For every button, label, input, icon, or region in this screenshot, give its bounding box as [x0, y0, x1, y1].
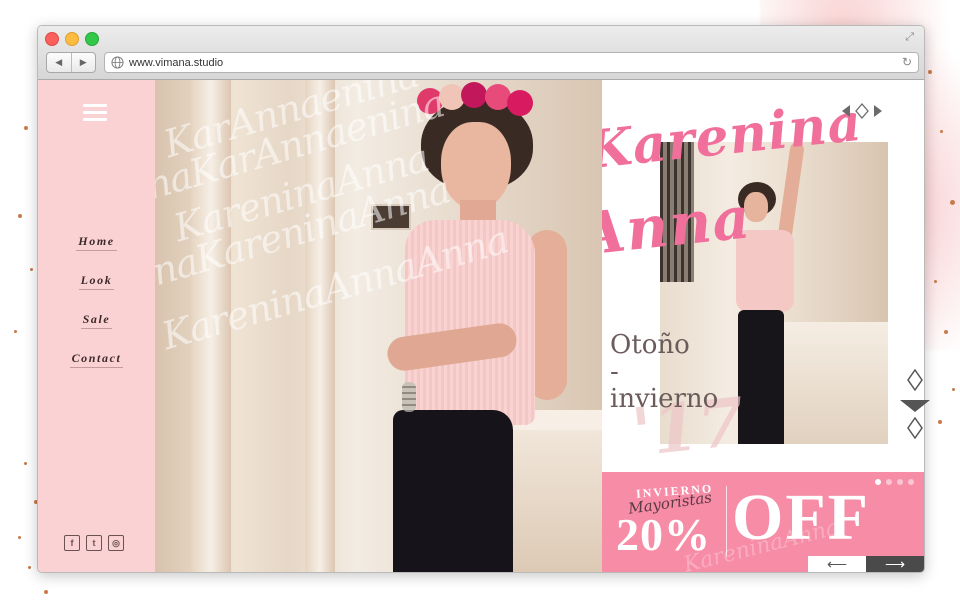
promo-divider: [726, 486, 727, 556]
menu-item-label: Contact: [69, 351, 124, 368]
ledge-shape: [770, 322, 888, 444]
confetti-dot: [928, 70, 932, 74]
feature-panel: Karenina Anna '17 Otoño - invierno Karen…: [602, 80, 924, 572]
promo-percent: 20%: [616, 509, 711, 560]
menu-item-contact[interactable]: Contact: [38, 349, 155, 388]
model-face: [441, 122, 511, 210]
promo-off: OFF: [732, 481, 870, 554]
slide-dot[interactable]: [886, 479, 892, 485]
menu-item-label: Home: [76, 234, 117, 251]
flower-crown: [461, 82, 487, 108]
slide-dot[interactable]: [875, 479, 881, 485]
season-line: invierno: [610, 384, 719, 414]
confetti-dot: [14, 330, 17, 333]
fullscreen-icon[interactable]: ⤢: [905, 31, 914, 44]
close-window-button[interactable]: [45, 32, 59, 46]
minimize-window-button[interactable]: [65, 32, 79, 46]
confetti-dot: [18, 214, 22, 218]
promo-banner[interactable]: KareninaAnna INVIERNO Mayoristas 20% OFF…: [602, 472, 924, 572]
confetti-dot: [952, 388, 955, 391]
confetti-dot: [18, 536, 21, 539]
next-slide-button[interactable]: ⟶: [866, 556, 924, 572]
browser-window: ⤢ ◀ ▶ www.vimana.studio ↻ Home Look Sale: [37, 25, 925, 573]
model-pants: [738, 310, 784, 444]
flower-crown: [507, 90, 533, 116]
reload-icon[interactable]: ↻: [902, 55, 912, 69]
pillar-shape: [305, 80, 335, 572]
confetti-dot: [934, 280, 937, 283]
sidebar: Home Look Sale Contact f t ◎: [38, 80, 155, 572]
diamond-ornament-icon: [900, 368, 930, 440]
menu-item-look[interactable]: Look: [38, 271, 155, 310]
model-bracelet: [402, 382, 416, 412]
menu-item-label: Look: [78, 273, 115, 290]
pillar-shape: [191, 80, 231, 572]
confetti-dot: [44, 590, 48, 594]
confetti-dot: [950, 200, 955, 205]
maximize-window-button[interactable]: [85, 32, 99, 46]
main-menu: Home Look Sale Contact: [38, 232, 155, 388]
model-pants: [393, 410, 513, 572]
confetti-dot: [24, 462, 27, 465]
slider-nav: ⟵ ⟶: [808, 556, 924, 572]
history-nav: ◀ ▶: [46, 52, 96, 73]
url-text: www.vimana.studio: [129, 56, 224, 69]
menu-item-home[interactable]: Home: [38, 232, 155, 271]
twitter-icon[interactable]: t: [86, 535, 102, 551]
mail-slot-shape: [371, 204, 411, 230]
confetti-dot: [940, 130, 943, 133]
instagram-icon[interactable]: ◎: [108, 535, 124, 551]
prev-slide-button[interactable]: ⟵: [808, 556, 866, 572]
facebook-icon[interactable]: f: [64, 535, 80, 551]
confetti-dot: [944, 330, 948, 334]
globe-icon: [111, 56, 124, 69]
browser-toolbar: ⤢ ◀ ▶ www.vimana.studio ↻: [38, 26, 924, 80]
hamburger-menu-icon[interactable]: [83, 104, 107, 122]
confetti-dot: [30, 268, 33, 271]
confetti-dot: [28, 566, 31, 569]
social-links: f t ◎: [64, 535, 124, 551]
season-line: Otoño: [610, 330, 690, 360]
slide-dot[interactable]: [897, 479, 903, 485]
diamond-arrows-icon: [842, 103, 882, 119]
hero-photo: KarAnnaenina naKarAnnaenina KareninaAnna…: [155, 80, 602, 572]
slide-indicators: [875, 479, 914, 485]
slide-dot[interactable]: [908, 479, 914, 485]
back-button[interactable]: ◀: [47, 53, 71, 72]
address-bar[interactable]: www.vimana.studio ↻: [104, 52, 919, 73]
menu-item-sale[interactable]: Sale: [38, 310, 155, 349]
forward-button[interactable]: ▶: [70, 53, 96, 72]
season-line: -: [610, 357, 619, 387]
confetti-dot: [24, 126, 28, 130]
menu-item-label: Sale: [80, 312, 113, 329]
model-top: [405, 220, 535, 425]
confetti-dot: [938, 420, 942, 424]
page-viewport: Home Look Sale Contact f t ◎ KarAnnaenin…: [38, 80, 924, 572]
season-title: Otoño - invierno: [610, 332, 718, 413]
